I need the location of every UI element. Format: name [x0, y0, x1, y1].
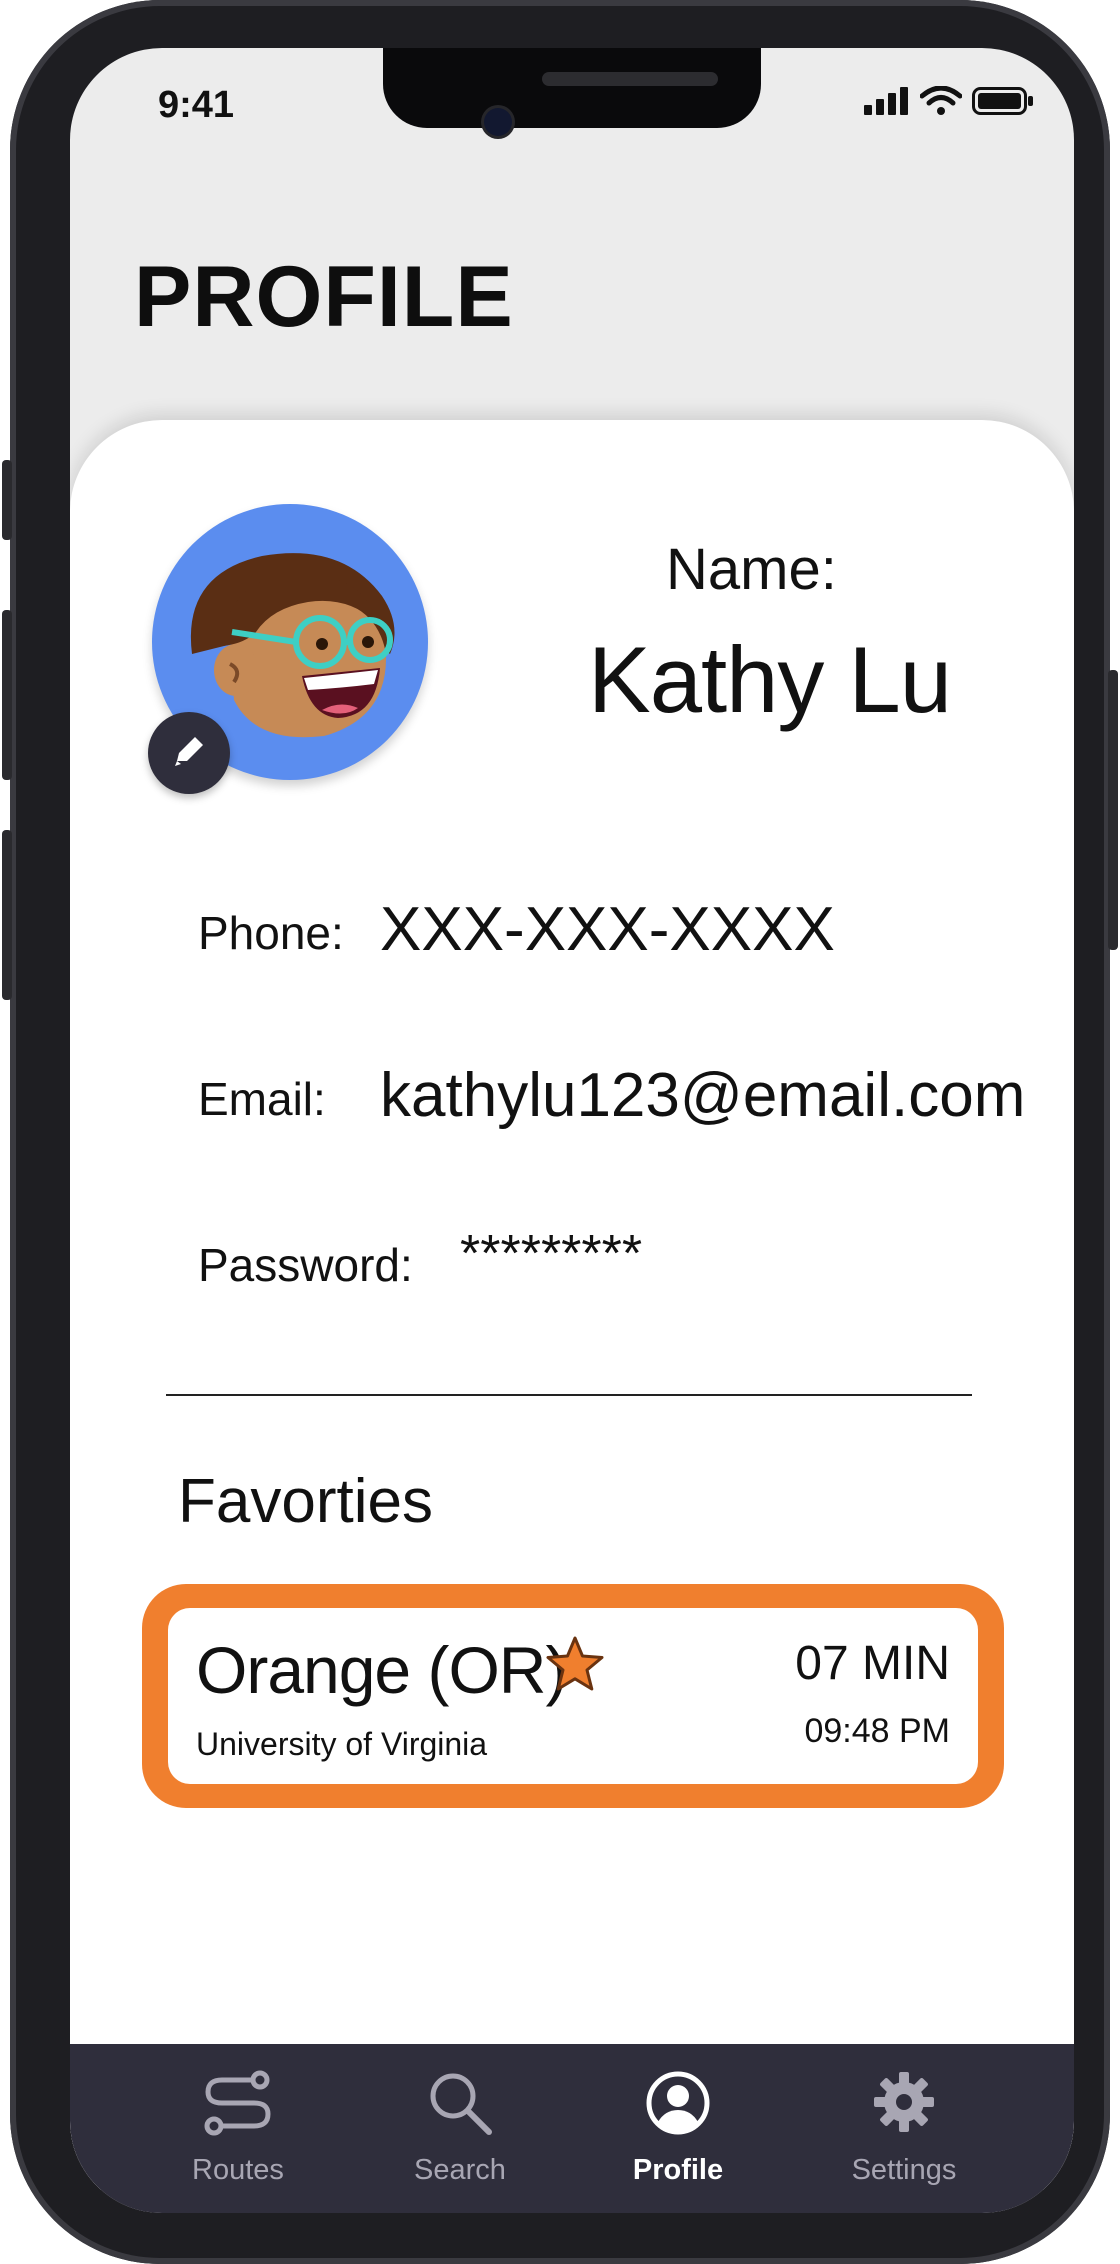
silent-switch: [2, 460, 12, 540]
tab-profile[interactable]: Profile: [578, 2044, 778, 2213]
phone-frame: 9:41 PROFILE Name: Kathy Lu Phone: XXX-X…: [2, 0, 1118, 2264]
tab-search[interactable]: Search: [360, 2044, 560, 2213]
user-name: Kathy Lu: [588, 627, 952, 732]
divider: [166, 1394, 972, 1396]
route-stop: University of Virginia: [196, 1726, 488, 1762]
page-title: PROFILE: [134, 249, 514, 345]
screen: 9:41 PROFILE Name: Kathy Lu Phone: XXX-X…: [70, 48, 1074, 2213]
password-label: Password:: [198, 1239, 413, 1291]
name-label: Name:: [666, 537, 837, 602]
edit-avatar-button[interactable]: [148, 712, 230, 794]
pencil-icon: [169, 731, 209, 776]
route-eta: 07 MIN: [795, 1637, 950, 1690]
avatar-container: [148, 504, 428, 794]
password-value[interactable]: *********: [460, 1224, 642, 1284]
speaker: [542, 72, 718, 86]
favorite-route-content: Orange (OR) University of Virginia 07 MI…: [168, 1608, 978, 1784]
notch: [383, 48, 761, 128]
status-time: 9:41: [158, 84, 235, 126]
tab-profile-label: Profile: [632, 2154, 724, 2186]
wifi-icon: [919, 85, 963, 121]
phone-label: Phone:: [198, 907, 344, 959]
tab-settings[interactable]: Settings: [804, 2044, 1004, 2213]
email-label: Email:: [198, 1073, 326, 1125]
tab-search-label: Search: [414, 2154, 506, 2186]
tab-bar: Routes Search Profile Settings: [70, 2044, 1074, 2213]
routes-icon: [202, 2070, 274, 2141]
gear-icon: [872, 2070, 936, 2139]
tab-routes-label: Routes: [192, 2154, 284, 2186]
volume-down-button: [2, 830, 12, 1000]
star-icon[interactable]: [544, 1634, 606, 1701]
signal-icon: [864, 87, 910, 120]
battery-icon: [972, 87, 1034, 120]
route-name: Orange (OR): [196, 1633, 567, 1707]
front-camera: [484, 108, 512, 136]
email-value[interactable]: kathylu123@email.com: [380, 1060, 1025, 1131]
favorites-heading: Favorties: [178, 1467, 433, 1536]
route-arrival-time: 09:48 PM: [804, 1712, 950, 1750]
tab-settings-label: Settings: [851, 2154, 957, 2186]
search-icon: [427, 2070, 493, 2141]
status-icons: [864, 85, 1034, 121]
volume-up-button: [2, 610, 12, 780]
phone-value[interactable]: XXX-XXX-XXXX: [380, 894, 835, 965]
tab-routes[interactable]: Routes: [138, 2044, 338, 2213]
profile-icon: [645, 2070, 711, 2141]
favorite-route-card[interactable]: Orange (OR) University of Virginia 07 MI…: [142, 1584, 1004, 1808]
power-button: [1108, 670, 1118, 950]
